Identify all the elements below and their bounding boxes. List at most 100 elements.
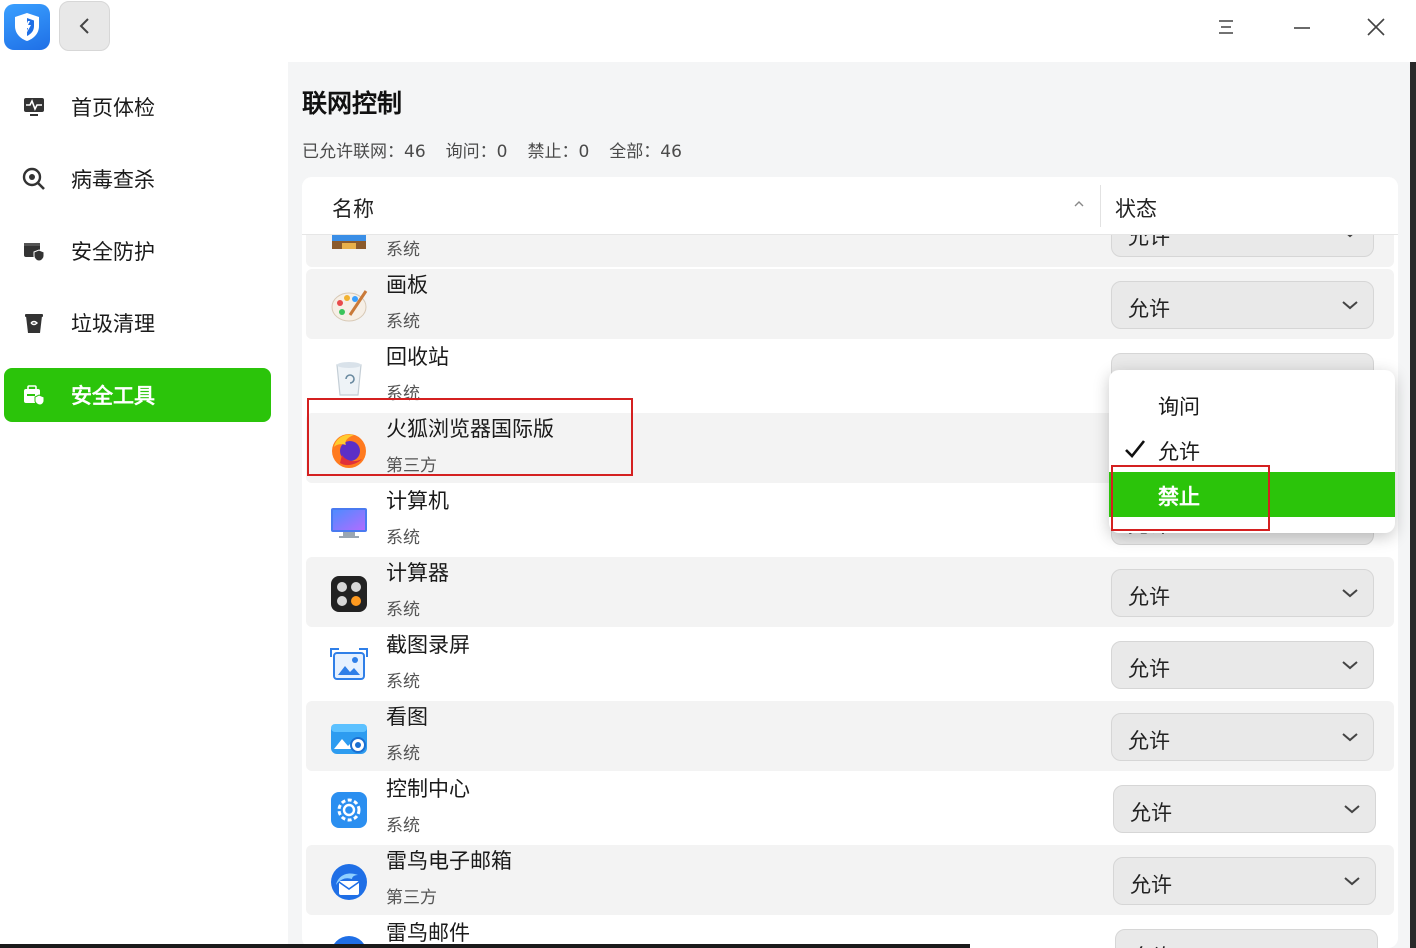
app-type: 第三方 [386, 456, 437, 476]
dropdown-option-label: 允许 [1158, 440, 1200, 464]
image-viewer-icon [331, 724, 367, 754]
app-type: 系统 [386, 600, 420, 620]
table-row[interactable]: 画板 系统 允许 [306, 269, 1394, 339]
sidebar-item-label: 安全工具 [71, 384, 155, 408]
window-edge [1410, 62, 1416, 948]
status-select-value: 允许 [1128, 235, 1170, 249]
chevron-left-icon [79, 18, 89, 34]
app-type: 系统 [386, 528, 420, 548]
app-name: 雷鸟电子邮箱 [386, 849, 512, 873]
status-select[interactable]: 允许 [1113, 785, 1376, 833]
chevron-down-icon [1344, 877, 1360, 886]
dropdown-option-block[interactable]: 禁止 [1109, 472, 1395, 517]
calculator-icon [331, 576, 367, 612]
stat-allowed: 已允许联网：46 [302, 142, 426, 162]
virus-scan-icon [22, 167, 45, 190]
column-header-name[interactable]: 名称 [332, 193, 374, 223]
minimize-button[interactable] [1282, 8, 1322, 46]
status-select-value: 允许 [1132, 941, 1174, 948]
app-name: 回收站 [386, 345, 449, 369]
close-icon [1367, 18, 1385, 36]
sidebar-item-virus-scan[interactable]: 病毒查杀 [4, 152, 271, 206]
menu-button[interactable] [1206, 8, 1246, 46]
status-select[interactable]: 允许 [1113, 857, 1376, 905]
table-row[interactable]: 截图录屏 系统 允许 [306, 629, 1394, 699]
table-row[interactable]: 系统 允许 [306, 235, 1394, 267]
chevron-down-icon [1342, 589, 1358, 598]
screenshot-icon [330, 648, 368, 680]
security-tools-icon [24, 385, 45, 406]
dropdown-option-label: 禁止 [1158, 485, 1200, 509]
computer-icon [331, 508, 367, 538]
table-row[interactable]: 控制中心 系统 允许 [306, 773, 1394, 843]
table-row[interactable]: 雷鸟电子邮箱 第三方 允许 [306, 845, 1394, 915]
app-type: 系统 [386, 312, 420, 332]
table-row[interactable]: 看图 系统 允许 [306, 701, 1394, 771]
paint-board-icon [331, 290, 368, 322]
status-select[interactable]: 允许 [1111, 569, 1374, 617]
app-name: 控制中心 [386, 777, 470, 801]
stat-total: 全部：46 [609, 142, 682, 162]
status-select-value: 允许 [1128, 657, 1170, 681]
status-dropdown-menu: 询问 允许 禁止 [1109, 370, 1395, 533]
table-body[interactable]: 系统 允许 画板 系统 允许 回收站 系统 火狐浏览器国际版 第三方 计算机 系… [302, 235, 1398, 948]
network-control-table: 名称 状态 系统 允许 画板 系统 允许 回收站 系统 火狐浏览器国际版 第三方… [302, 177, 1398, 948]
protection-icon [24, 243, 45, 262]
recycle-bin-icon [336, 362, 362, 396]
sidebar-item-health-check[interactable]: 首页体检 [4, 80, 271, 134]
status-select[interactable]: 允许 [1111, 713, 1374, 761]
table-row[interactable]: 计算器 系统 允许 [306, 557, 1394, 627]
app-name: 画板 [386, 273, 428, 297]
chevron-down-icon [1347, 235, 1353, 238]
app-type: 系统 [386, 672, 420, 692]
chevron-down-icon [1342, 733, 1358, 742]
menu-icon [1219, 20, 1233, 34]
firefox-icon [332, 434, 366, 468]
status-select[interactable]: 允许 [1111, 281, 1374, 329]
checkmark-icon [1125, 440, 1146, 458]
status-select[interactable]: 允许 [1115, 929, 1378, 948]
status-select[interactable]: 允许 [1111, 235, 1374, 257]
minimize-icon [1294, 27, 1310, 29]
sidebar-item-label: 垃圾清理 [71, 312, 155, 336]
stat-blocked: 禁止：0 [527, 142, 590, 162]
app-type: 系统 [386, 384, 420, 404]
status-select-value: 允许 [1130, 801, 1172, 825]
status-select-value: 允许 [1130, 873, 1172, 897]
app-type: 系统 [386, 240, 420, 260]
dropdown-option-allow[interactable]: 允许 [1109, 427, 1395, 472]
control-center-icon [331, 792, 367, 828]
app-type: 第三方 [386, 888, 437, 908]
chevron-down-icon [1342, 661, 1358, 670]
sidebar-item-trash-clean[interactable]: 垃圾清理 [4, 296, 271, 350]
page-title: 联网控制 [302, 89, 403, 118]
thunderbird-icon [331, 864, 367, 900]
back-button[interactable] [59, 1, 110, 51]
sidebar-item-label: 首页体检 [71, 96, 155, 120]
app-name: 截图录屏 [386, 633, 470, 657]
trash-clean-icon [25, 314, 43, 333]
column-divider[interactable] [1100, 185, 1101, 227]
status-select-value: 允许 [1128, 297, 1170, 321]
sidebar: 首页体检 病毒查杀 安全防护 垃圾清理 安全工具 [0, 62, 288, 948]
title-bar [0, 0, 1416, 62]
app-type: 系统 [386, 744, 420, 764]
stat-ask: 询问：0 [445, 142, 508, 162]
app-name: 看图 [386, 705, 428, 729]
app-name: 雷鸟邮件 [386, 921, 470, 945]
app-name: 计算机 [386, 489, 449, 513]
app-logo-shield-icon [4, 4, 50, 50]
status-select[interactable]: 允许 [1111, 641, 1374, 689]
close-button[interactable] [1356, 8, 1396, 46]
sidebar-item-label: 病毒查杀 [71, 168, 155, 192]
app-name: 计算器 [386, 561, 449, 585]
table-header: 名称 状态 [302, 177, 1398, 235]
column-header-status[interactable]: 状态 [1115, 193, 1157, 223]
stats-bar: 已允许联网：46 询问：0 禁止：0 全部：46 [302, 137, 682, 162]
window-edge-bottom [0, 944, 970, 948]
sidebar-item-security-tools[interactable]: 安全工具 [4, 368, 271, 422]
chevron-down-icon [1342, 301, 1358, 310]
dropdown-option-ask[interactable]: 询问 [1109, 382, 1395, 427]
sidebar-item-protection[interactable]: 安全防护 [4, 224, 271, 278]
sort-ascending-icon[interactable] [1072, 197, 1086, 211]
